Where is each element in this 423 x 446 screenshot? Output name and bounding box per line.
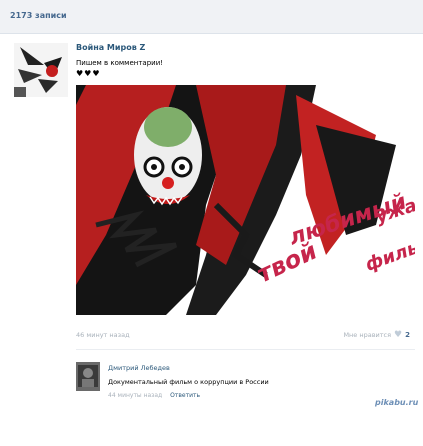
hearts-emoji: ♥♥♥ (76, 69, 101, 78)
posts-count[interactable]: 2173 записи (10, 11, 67, 20)
comment-avatar[interactable] (76, 362, 100, 391)
like-label: Мне нравится (343, 331, 392, 339)
post-text-line: Пишем в комментарии! (76, 59, 164, 67)
reply-link[interactable]: Ответить (170, 392, 200, 399)
comment-text: Документальный фильм о коррупции в Росси… (108, 378, 269, 386)
post-author-link[interactable]: Война Миров Z (76, 43, 145, 52)
likes-count: 2 (405, 331, 410, 339)
heart-icon: ♥ (394, 330, 403, 340)
post-text: Пишем в комментарии! ♥♥♥ (76, 59, 163, 78)
watermark-logo: pikabu.ru (375, 398, 419, 407)
like-button[interactable]: Мне нравится ♥ 2 (343, 330, 410, 340)
post-meta: 46 минут назад Мне нравится ♥ 2 (76, 330, 410, 343)
post-time[interactable]: 46 минут назад (76, 331, 130, 339)
divider (76, 349, 415, 350)
group-avatar[interactable] (14, 43, 68, 97)
wall-header: 2173 записи (0, 0, 423, 34)
comment-meta: 44 минуты назад Ответить (108, 392, 200, 399)
post-image[interactable]: твой любимый фильм ужастик (76, 85, 415, 315)
comment-author-link[interactable]: Дмитрий Лебедев (108, 364, 170, 372)
comment-time[interactable]: 44 минуты назад (108, 392, 162, 399)
